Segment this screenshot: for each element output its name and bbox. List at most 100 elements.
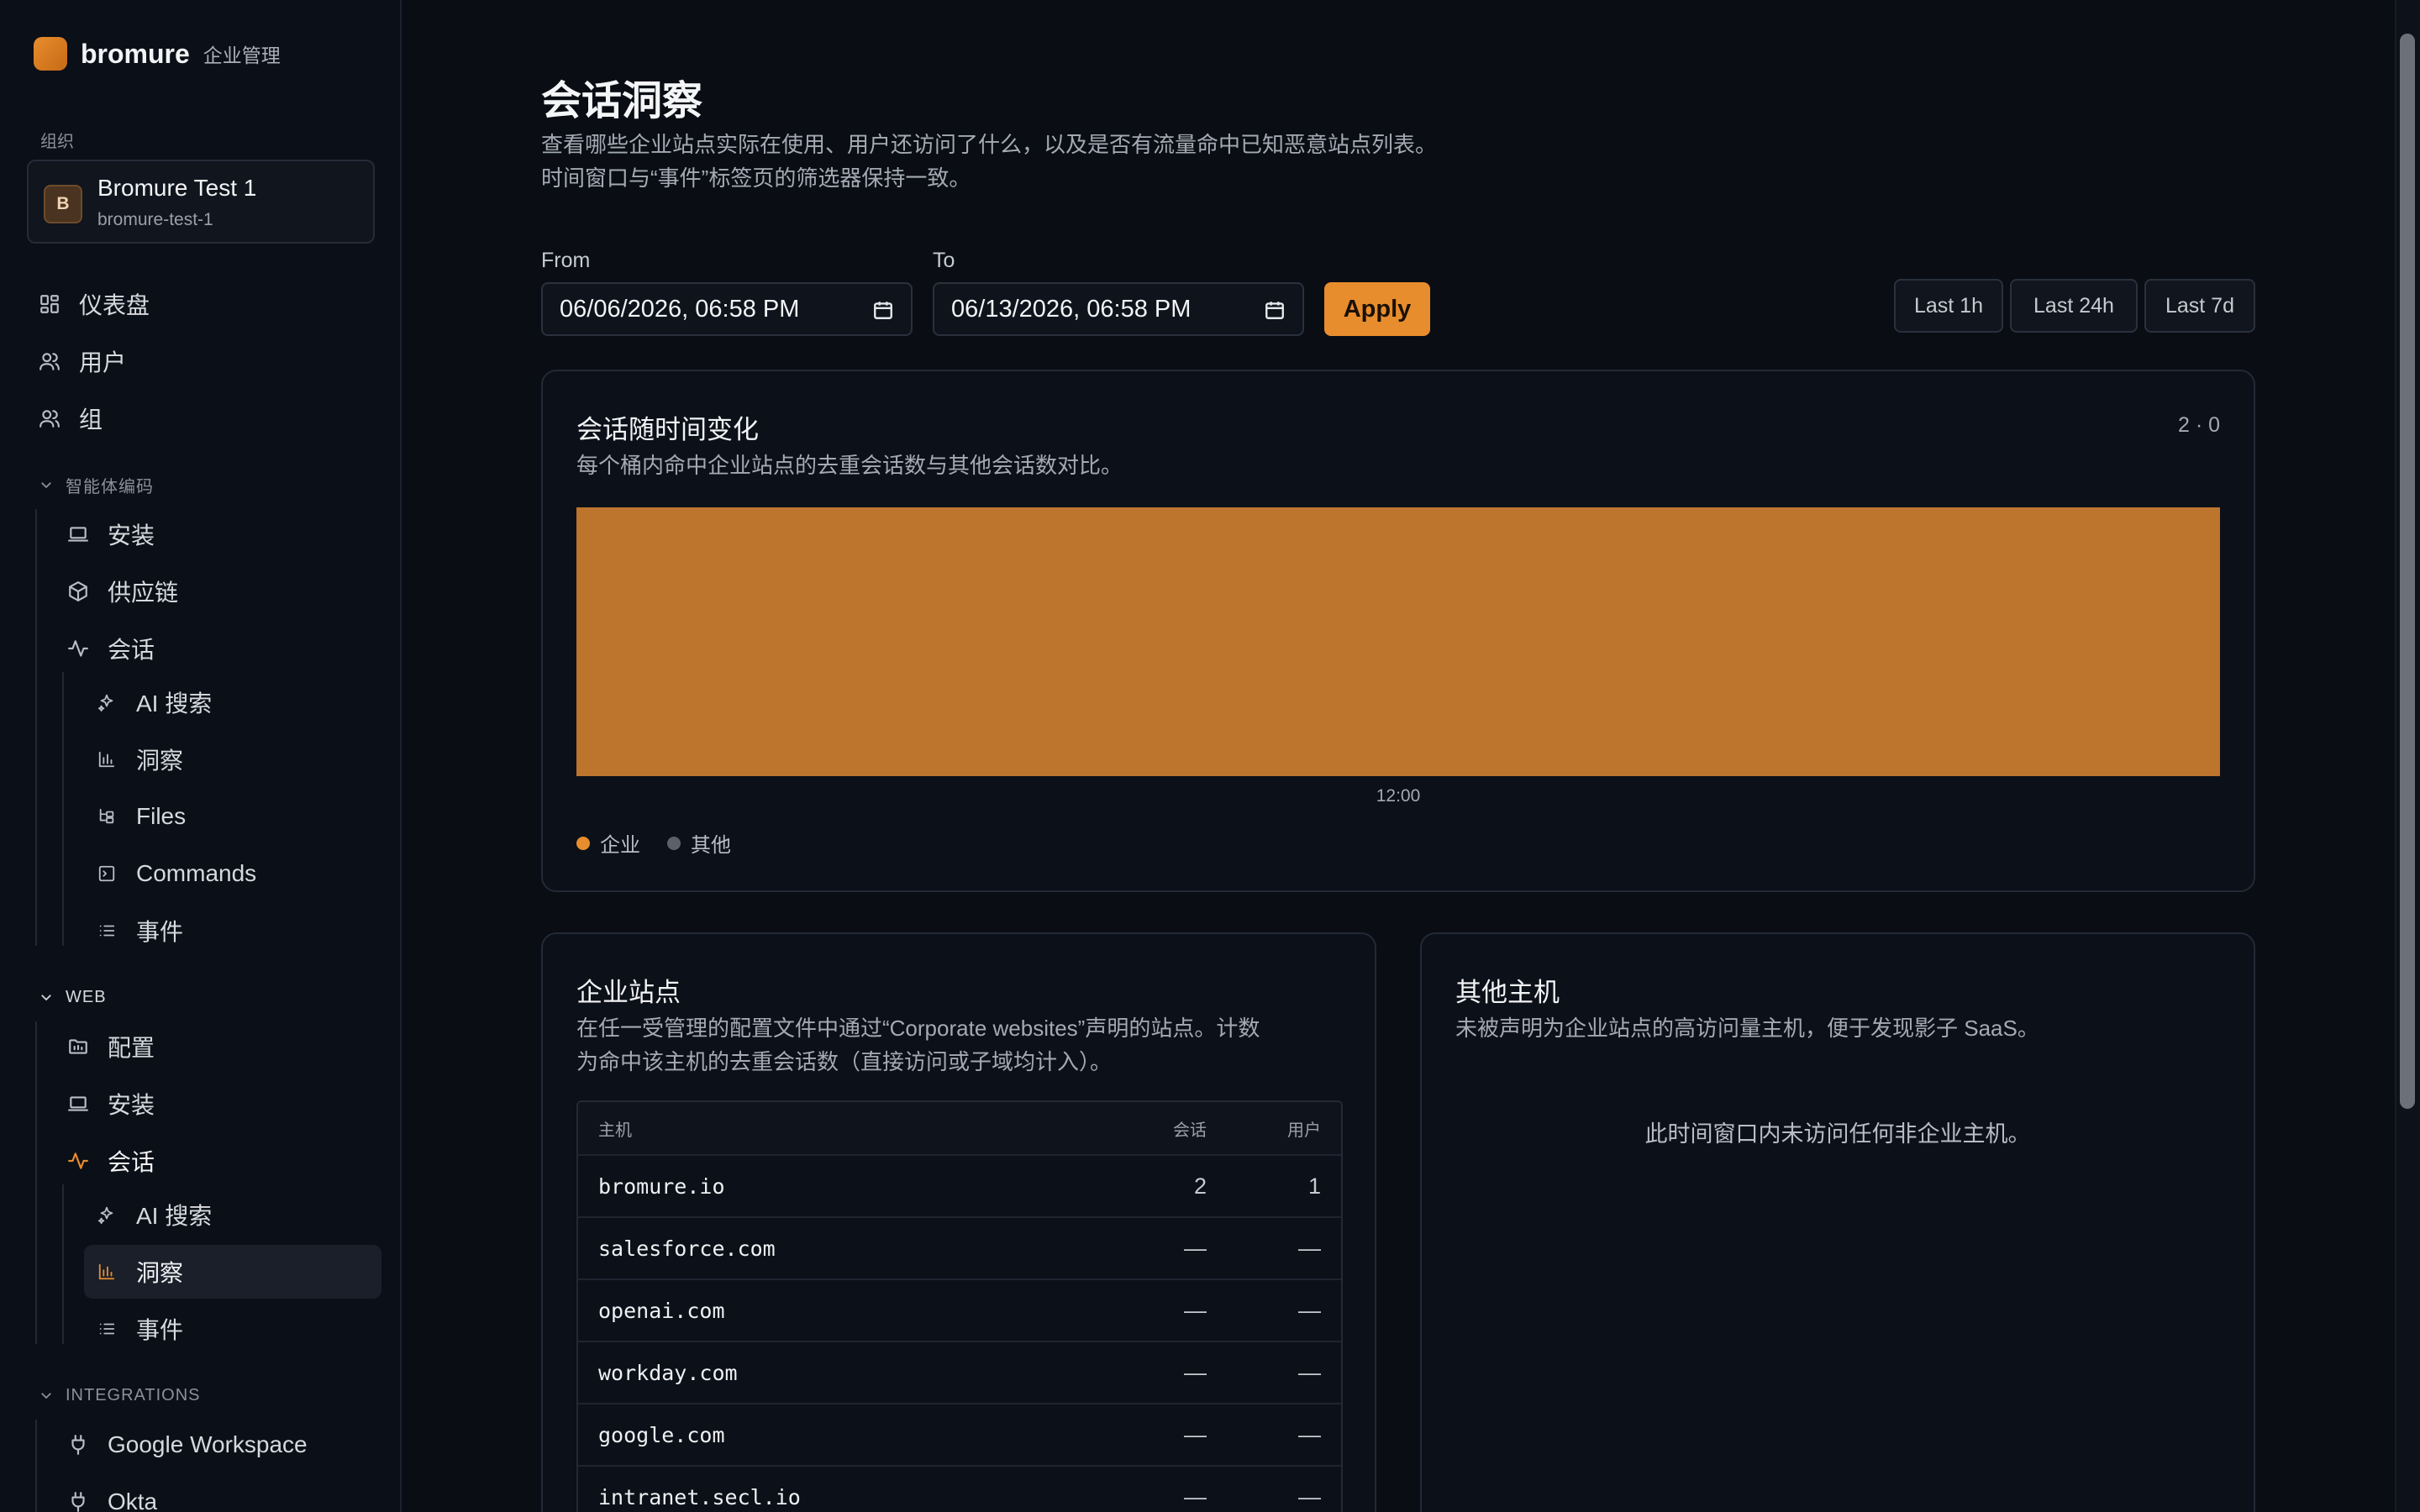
plug-icon [66,1489,91,1512]
calendar-icon[interactable] [1264,299,1286,321]
row-host: openai.com [598,1298,725,1323]
row-sessions: — [1184,1421,1207,1447]
last-24h-button[interactable]: Last 24h [2010,279,2138,333]
section-web-label: WEB [66,987,107,1006]
to-date-value: 06/13/2026, 06:58 PM [951,295,1192,323]
x-tick-label: 12:00 [1376,786,1421,806]
row-host: intranet.secl.io [598,1484,801,1509]
nav-agent-ai-search[interactable]: AI 搜索 [94,679,381,726]
legend-other-dot [667,836,681,850]
nav-web-ai-search[interactable]: AI 搜索 [94,1191,381,1238]
from-date-input[interactable]: 06/06/2026, 06:58 PM [541,282,913,336]
brand-subtitle: 企业管理 [203,45,281,66]
from-date-value: 06/06/2026, 06:58 PM [560,295,800,323]
nav-web-insights[interactable]: 洞察 [84,1245,381,1299]
file-tree-icon [94,804,119,829]
nav-groups[interactable]: 组 [37,395,381,442]
corporate-sites-description-line-1: 在任一受管理的配置文件中通过“Corporate websites”声明的站点。… [576,1016,1260,1041]
to-date-input[interactable]: 06/13/2026, 06:58 PM [933,282,1304,336]
corporate-sites-table: 主机 会话 用户 bromure.io 2 1 salesforce.com — — ope… [576,1100,1343,1512]
org-slug: bromure-test-1 [97,210,213,229]
nav-dashboard[interactable]: 仪表盘 [37,281,381,328]
nav-google-workspace-label: Google Workspace [108,1431,308,1457]
page-description: 查看哪些企业站点实际在使用、用户还访问了什么，以及是否有流量命中已知恶意站点列表… [541,128,1437,195]
header-host[interactable]: 主机 [598,1116,632,1141]
section-web[interactable]: WEB [39,984,107,1010]
legend-other[interactable]: 其他 [667,828,731,858]
row-users: 1 [1307,1173,1321,1199]
nav-users-label: 用户 [79,349,127,375]
header-users[interactable]: 用户 [1287,1116,1321,1141]
nav-web-install[interactable]: 安装 [66,1080,381,1127]
nav-agent-ai-search-label: AI 搜索 [136,690,213,717]
corporate-sites-rows: bromure.io 2 1 salesforce.com — — openai.com — —… [578,1154,1341,1512]
sessions-chart-description: 每个桶内命中企业站点的去重会话数与其他会话数对比。 [576,453,1123,478]
terminal-icon [94,861,119,886]
calendar-icon[interactable] [872,299,894,321]
corporate-sites-description: 在任一受管理的配置文件中通过“Corporate websites”声明的站点。… [576,1011,1260,1079]
nav-web-config[interactable]: 配置 [66,1023,381,1070]
legend-corporate-dot [576,836,590,850]
row-sessions: 2 [1193,1173,1207,1199]
other-hosts-empty-message: 此时间窗口内未访问任何非企业主机。 [1644,1121,2031,1147]
dashboard-icon [37,291,62,317]
table-row[interactable]: openai.com — — [578,1278,1341,1341]
table-row[interactable]: google.com — — [578,1403,1341,1465]
nav-agent-commands-label: Commands [136,860,257,886]
scrollbar-thumb[interactable] [2400,34,2415,1109]
nav-agent-supply-chain[interactable]: 供应链 [66,568,381,615]
section-agent-coding-label: 智能体编码 [66,477,154,496]
section-agent-coding[interactable]: 智能体编码 [39,472,154,497]
legend-corporate[interactable]: 企业 [576,828,640,858]
table-row[interactable]: intranet.secl.io — — [578,1465,1341,1512]
corporate-sites-title: 企业站点 [576,978,681,1007]
nav-google-workspace[interactable]: Google Workspace [66,1421,381,1468]
nav-agent-supply-chain-label: 供应链 [108,580,179,606]
row-users: — [1298,1483,1321,1509]
group-icon [37,406,62,431]
other-hosts-card: 其他主机 未被声明为企业站点的高访问量主机，便于发现影子 SaaS。 此时间窗口… [1420,932,2255,1512]
nav-agent-install[interactable]: 安装 [66,511,381,558]
nav-okta[interactable]: Okta [66,1478,381,1512]
page-scrollbar[interactable] [2395,0,2420,1512]
chevron-down-icon [41,995,51,1001]
section-integrations-label: INTEGRATIONS [66,1385,201,1404]
nav-web-events-label: 事件 [136,1317,184,1343]
sessions-chart-card: 会话随时间变化 每个桶内命中企业站点的去重会话数与其他会话数对比。 2 · 0 … [541,370,2255,892]
from-label: From [541,249,591,272]
brand-name: bromure [81,38,190,69]
brand[interactable]: bromure 企业管理 [34,35,281,72]
table-row[interactable]: bromure.io 2 1 [578,1154,1341,1216]
row-sessions: — [1184,1359,1207,1385]
nav-web-ai-search-label: AI 搜索 [136,1203,213,1229]
row-sessions: — [1184,1235,1207,1261]
org-switcher[interactable]: B Bromure Test 1 bromure-test-1 [27,160,375,244]
chevron-down-icon [41,1393,51,1399]
nav-agent-files[interactable]: Files [94,793,381,840]
main-content: 会话洞察 查看哪些企业站点实际在使用、用户还访问了什么，以及是否有流量命中已知恶… [403,0,2393,1512]
section-integrations[interactable]: INTEGRATIONS [39,1383,201,1408]
nav-web-insights-label: 洞察 [136,1260,184,1286]
table-row[interactable]: workday.com — — [578,1341,1341,1403]
nav-agent-insights-label: 洞察 [136,748,184,774]
nav-guide-line [62,1184,64,1344]
nav-web-sessions[interactable]: 会话 [66,1137,381,1184]
org-name: Bromure Test 1 [97,175,257,201]
table-row[interactable]: salesforce.com — — [578,1216,1341,1278]
nav-agent-events-label: 事件 [136,919,184,945]
bar-corporate[interactable] [576,507,2220,776]
nav-users[interactable]: 用户 [37,338,381,385]
nav-agent-install-label: 安装 [108,522,155,549]
nav-agent-sessions[interactable]: 会话 [66,625,381,672]
nav-guide-line [35,1021,37,1344]
nav-web-events[interactable]: 事件 [94,1305,381,1352]
page-title: 会话洞察 [541,79,703,123]
header-sessions[interactable]: 会话 [1173,1116,1207,1141]
last-7d-button[interactable]: Last 7d [2144,279,2255,333]
nav-agent-insights[interactable]: 洞察 [94,736,381,783]
nav-guide-line [35,1420,37,1512]
nav-agent-events[interactable]: 事件 [94,907,381,954]
last-1h-button[interactable]: Last 1h [1894,279,2003,333]
nav-agent-commands[interactable]: Commands [94,850,381,897]
apply-button[interactable]: Apply [1324,282,1430,336]
